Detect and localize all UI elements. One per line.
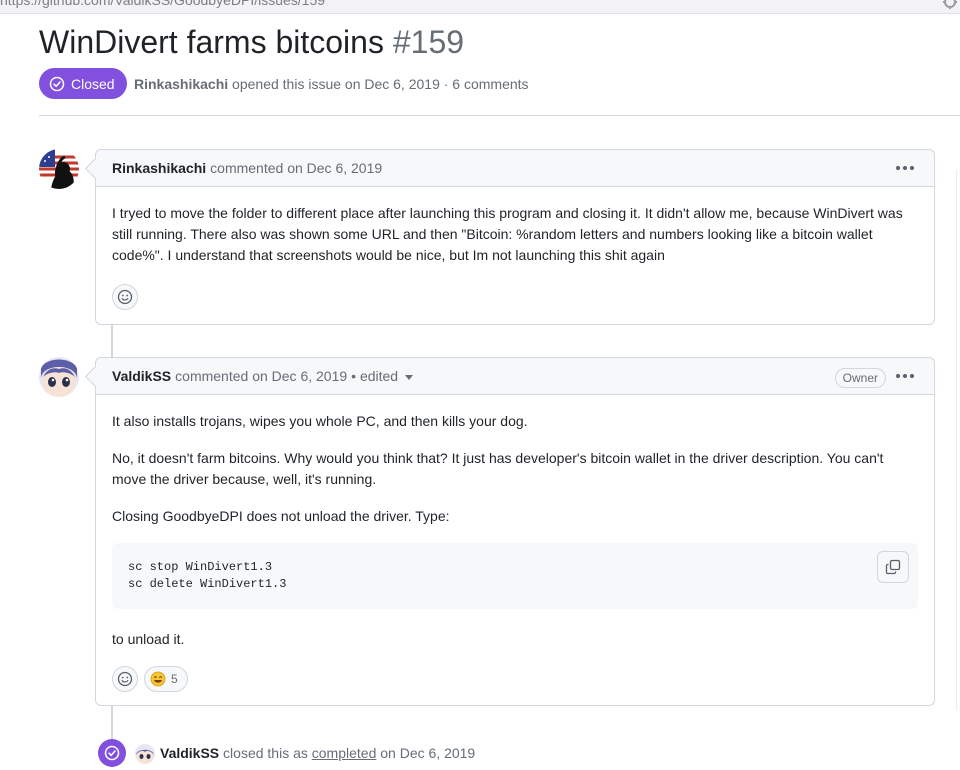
event-text-after[interactable]: on Dec 6, 2019 (380, 745, 475, 761)
kebab-icon[interactable] (896, 161, 914, 175)
code-block[interactable]: sc stop WinDivert1.3 sc delete WinDivert… (112, 543, 918, 609)
smiley-icon (117, 671, 133, 687)
comment-paragraph: No, it doesn't farm bitcoins. Why would … (112, 450, 884, 487)
event-text-before: closed this as (223, 745, 308, 761)
owner-badge: Owner (834, 368, 886, 388)
issue-opened-text: opened this issue on Dec 6, 2019 · 6 com… (232, 76, 529, 92)
browser-url-bar[interactable]: https://github.com/ValdikSS/GoodbyeDPI/i… (0, 0, 960, 14)
issue-state-label: Closed (71, 75, 115, 92)
code-line: sc stop WinDivert1.3 (128, 560, 273, 574)
comment-paragraph: to unload it. (112, 631, 185, 647)
browser-extension-icon[interactable] (938, 0, 960, 10)
reactions-bar: 5 (112, 666, 918, 692)
comment-author[interactable]: Rinkashikachi (112, 160, 206, 176)
edited-dropdown[interactable]: • edited (351, 368, 414, 384)
reaction-count: 5 (171, 671, 178, 686)
header-divider (39, 115, 960, 116)
url-text[interactable]: https://github.com/ValdikSS/GoodbyeDPI/i… (0, 0, 325, 8)
grinning-emoji-icon (150, 671, 166, 687)
issue-title: WinDivert farms bitcoins #159 (39, 24, 464, 61)
avatar-valdikss-small[interactable] (135, 744, 155, 764)
comment-1: Rinkashikachi commented on Dec 6, 2019 I… (95, 149, 935, 325)
comment-body: I tryed to move the folder to different … (96, 187, 934, 324)
add-reaction-button[interactable] (112, 666, 138, 692)
issue-meta: Rinkashikachi opened this issue on Dec 6… (134, 76, 529, 92)
avatar-rinkashikachi[interactable] (39, 149, 79, 189)
kebab-icon[interactable] (896, 369, 914, 383)
closed-event-text: ValdikSS closed this as completed on Dec… (160, 745, 475, 761)
comment-timestamp[interactable]: commented on Dec 6, 2019 (175, 368, 347, 384)
comment-body: It also installs trojans, wipes you whol… (96, 395, 934, 706)
smiley-icon (117, 289, 133, 305)
check-circle-icon (104, 745, 120, 761)
comment-author[interactable]: ValdikSS (112, 368, 171, 384)
event-actor[interactable]: ValdikSS (160, 745, 219, 761)
timeline-rail (111, 706, 113, 740)
check-circle-icon (49, 76, 65, 91)
sidebar-edge (956, 170, 960, 710)
comment-paragraph: Closing GoodbyeDPI does not unload the d… (112, 508, 450, 524)
reactions-bar (112, 284, 918, 310)
copy-icon (885, 559, 901, 575)
code-line: sc delete WinDivert1.3 (128, 577, 287, 591)
issue-author-link[interactable]: Rinkashikachi (134, 76, 228, 92)
avatar-valdikss[interactable] (39, 357, 79, 397)
comment-2: ValdikSS commented on Dec 6, 2019 • edit… (95, 357, 935, 706)
closed-event-badge (98, 739, 126, 767)
add-reaction-button[interactable] (112, 284, 138, 310)
comment-paragraph: I tryed to move the folder to different … (112, 205, 903, 263)
closed-event: ValdikSS closed this as completed on Dec… (98, 739, 898, 769)
copy-button[interactable] (877, 551, 909, 583)
comment-header: ValdikSS commented on Dec 6, 2019 • edit… (96, 358, 934, 395)
laugh-reaction-button[interactable]: 5 (144, 666, 188, 692)
issue-title-text: WinDivert farms bitcoins (39, 24, 384, 60)
edited-label: • edited (351, 368, 399, 384)
event-completed-link[interactable]: completed (312, 745, 377, 761)
timeline-rail (111, 325, 113, 357)
comment-header: Rinkashikachi commented on Dec 6, 2019 (96, 150, 934, 187)
issue-state-badge: Closed (39, 68, 127, 99)
issue-number: #159 (392, 24, 465, 60)
comment-timestamp[interactable]: commented on Dec 6, 2019 (210, 160, 382, 176)
chevron-down-icon (405, 374, 414, 380)
comment-paragraph: It also installs trojans, wipes you whol… (112, 413, 528, 429)
